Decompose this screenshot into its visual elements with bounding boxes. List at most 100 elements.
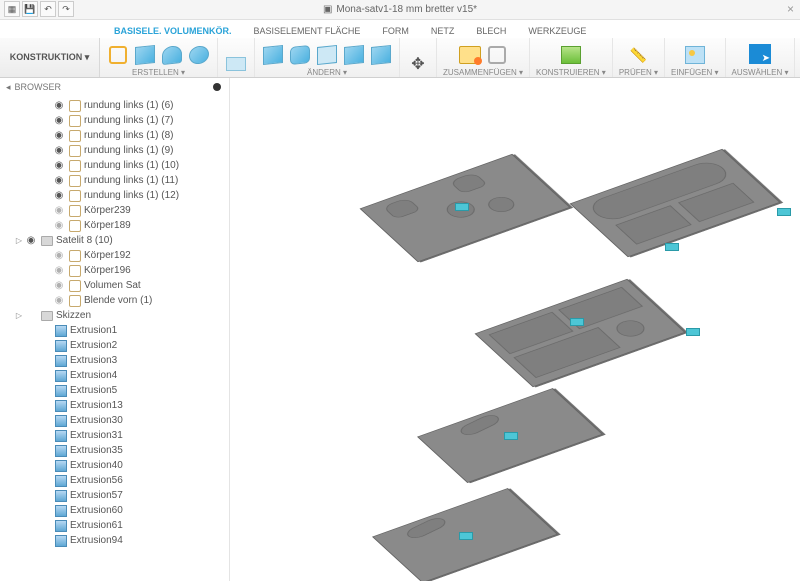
visibility-icon[interactable]: ◉: [52, 190, 66, 201]
visibility-icon[interactable]: ◉: [52, 175, 66, 186]
tree-item-label: Extrusion31: [70, 430, 123, 441]
tree-item[interactable]: ◉rundung links (1) (11): [0, 173, 229, 188]
tree-item-label: Extrusion56: [70, 475, 123, 486]
cylinder-tool[interactable]: [160, 43, 184, 67]
split-tool[interactable]: [369, 43, 393, 67]
tree-item-label: rundung links (1) (8): [84, 130, 173, 141]
shell-tool[interactable]: [315, 43, 339, 67]
tree-item[interactable]: Extrusion3: [0, 353, 229, 368]
visibility-icon[interactable]: ◉: [52, 220, 66, 231]
tree-item[interactable]: ◉rundung links (1) (7): [0, 113, 229, 128]
joint-tool[interactable]: [458, 43, 482, 67]
tree-item[interactable]: ◉rundung links (1) (10): [0, 158, 229, 173]
tree-item-label: Extrusion40: [70, 460, 123, 471]
document-cube-icon: ▣: [323, 4, 332, 15]
tree-item[interactable]: ◉ Körper196: [0, 263, 229, 278]
tree-item[interactable]: Extrusion5: [0, 383, 229, 398]
tree-item[interactable]: ◉rundung links (1) (9): [0, 143, 229, 158]
tree-item[interactable]: ◉Körper239: [0, 203, 229, 218]
asbuilt-joint-tool[interactable]: [485, 43, 509, 67]
tree-item[interactable]: Extrusion31: [0, 428, 229, 443]
tab-werkzeuge[interactable]: WERKZEUGE: [524, 24, 590, 38]
tree-item-label: Extrusion3: [70, 355, 117, 366]
browser-panel: ◂ BROWSER ◉rundung links (1) (6)◉rundung…: [0, 78, 230, 581]
tree-item[interactable]: ◉ rundung links (1) (8): [0, 128, 229, 143]
ck-icon: [69, 160, 81, 172]
tree-item[interactable]: Extrusion57: [0, 488, 229, 503]
tree-item[interactable]: Extrusion2: [0, 338, 229, 353]
qat-save-button[interactable]: 💾: [22, 1, 38, 17]
tree-item-label: Körper196: [84, 265, 131, 276]
tree-item[interactable]: ◉Körper192: [0, 248, 229, 263]
feat-icon: [55, 490, 67, 502]
tree-item[interactable]: Extrusion35: [0, 443, 229, 458]
visibility-icon[interactable]: ◉: [52, 295, 66, 306]
tree-item[interactable]: Extrusion1: [0, 323, 229, 338]
press-pull-tool[interactable]: [261, 43, 285, 67]
part-board-3[interactable]: [475, 279, 686, 387]
tree-item[interactable]: ◉Volumen Sat: [0, 278, 229, 293]
visibility-icon[interactable]: ◉: [52, 250, 66, 261]
tree-item[interactable]: ◉rundung links (1) (12): [0, 188, 229, 203]
visibility-icon[interactable]: ◉: [52, 145, 66, 156]
qat-undo-button[interactable]: ↶: [40, 1, 56, 17]
browser-header[interactable]: ◂ BROWSER: [0, 78, 229, 96]
visibility-icon[interactable]: ◉: [52, 160, 66, 171]
tab-volumenkoerper[interactable]: BASISELE. VOLUMENKÖR.: [110, 24, 236, 38]
tree-item[interactable]: ◉Körper189: [0, 218, 229, 233]
tree-item[interactable]: ▷Skizzen: [0, 308, 229, 323]
tree-item[interactable]: Extrusion94: [0, 533, 229, 548]
tree-item[interactable]: Extrusion61: [0, 518, 229, 533]
qat-file-button[interactable]: ▦: [4, 1, 20, 17]
visibility-icon[interactable]: ◉: [24, 235, 38, 246]
measure-tool[interactable]: [626, 43, 650, 67]
tree-item-label: Extrusion61: [70, 520, 123, 531]
browser-collapse-icon[interactable]: [213, 83, 221, 91]
select-tool[interactable]: [745, 41, 775, 67]
visibility-icon[interactable]: ◉: [52, 205, 66, 216]
part-board-2[interactable]: [570, 149, 781, 257]
feat-icon: [55, 340, 67, 352]
plane-tool[interactable]: [224, 52, 248, 76]
tab-blech[interactable]: BLECH: [472, 24, 510, 38]
tab-form[interactable]: FORM: [378, 24, 413, 38]
group-pruefen: PRÜFEN ▾: [613, 38, 665, 77]
tree-item[interactable]: Extrusion30: [0, 413, 229, 428]
move-tool[interactable]: [406, 52, 430, 76]
tree-item[interactable]: Extrusion4: [0, 368, 229, 383]
visibility-icon[interactable]: ◉: [52, 115, 66, 126]
visibility-icon[interactable]: ◉: [52, 130, 66, 141]
quick-access-toolbar: ▦ 💾 ↶ ↷: [4, 1, 74, 17]
viewport-3d[interactable]: [230, 78, 800, 581]
tree-item[interactable]: Extrusion60: [0, 503, 229, 518]
tree-item[interactable]: Extrusion40: [0, 458, 229, 473]
combine-tool[interactable]: [342, 43, 366, 67]
konstruktion-menu[interactable]: KONSTRUKTION ▾: [0, 38, 100, 77]
feat-icon: [55, 415, 67, 427]
tree-item[interactable]: Extrusion56: [0, 473, 229, 488]
feat-icon: [55, 355, 67, 367]
ck-icon: [69, 250, 81, 262]
sphere-tool[interactable]: [187, 43, 211, 67]
browser-title: BROWSER: [15, 82, 62, 92]
tree-item-label: Extrusion5: [70, 385, 117, 396]
tree-item[interactable]: ▷◉Satelit 8 (10): [0, 233, 229, 248]
tab-netz[interactable]: NETZ: [427, 24, 459, 38]
visibility-icon[interactable]: ◉: [52, 100, 66, 111]
tree-item[interactable]: ◉Blende vorn (1): [0, 293, 229, 308]
tree-item[interactable]: ◉rundung links (1) (6): [0, 98, 229, 113]
visibility-icon[interactable]: ◉: [52, 280, 66, 291]
box-tool[interactable]: [133, 43, 157, 67]
tab-flaeche[interactable]: BASISELEMENT FLÄCHE: [250, 24, 365, 38]
visibility-icon[interactable]: ◉: [52, 265, 66, 276]
group-label: ERSTELLEN ▾: [132, 68, 185, 77]
fillet-tool[interactable]: [288, 43, 312, 67]
insert-tool[interactable]: [683, 43, 707, 67]
qat-redo-button[interactable]: ↷: [58, 1, 74, 17]
sketch-tool[interactable]: [106, 43, 130, 67]
close-icon[interactable]: ×: [787, 2, 794, 16]
tree-item-label: Extrusion2: [70, 340, 117, 351]
feat-icon: [55, 520, 67, 532]
tree-item[interactable]: Extrusion13: [0, 398, 229, 413]
construct-tool[interactable]: [559, 43, 583, 67]
